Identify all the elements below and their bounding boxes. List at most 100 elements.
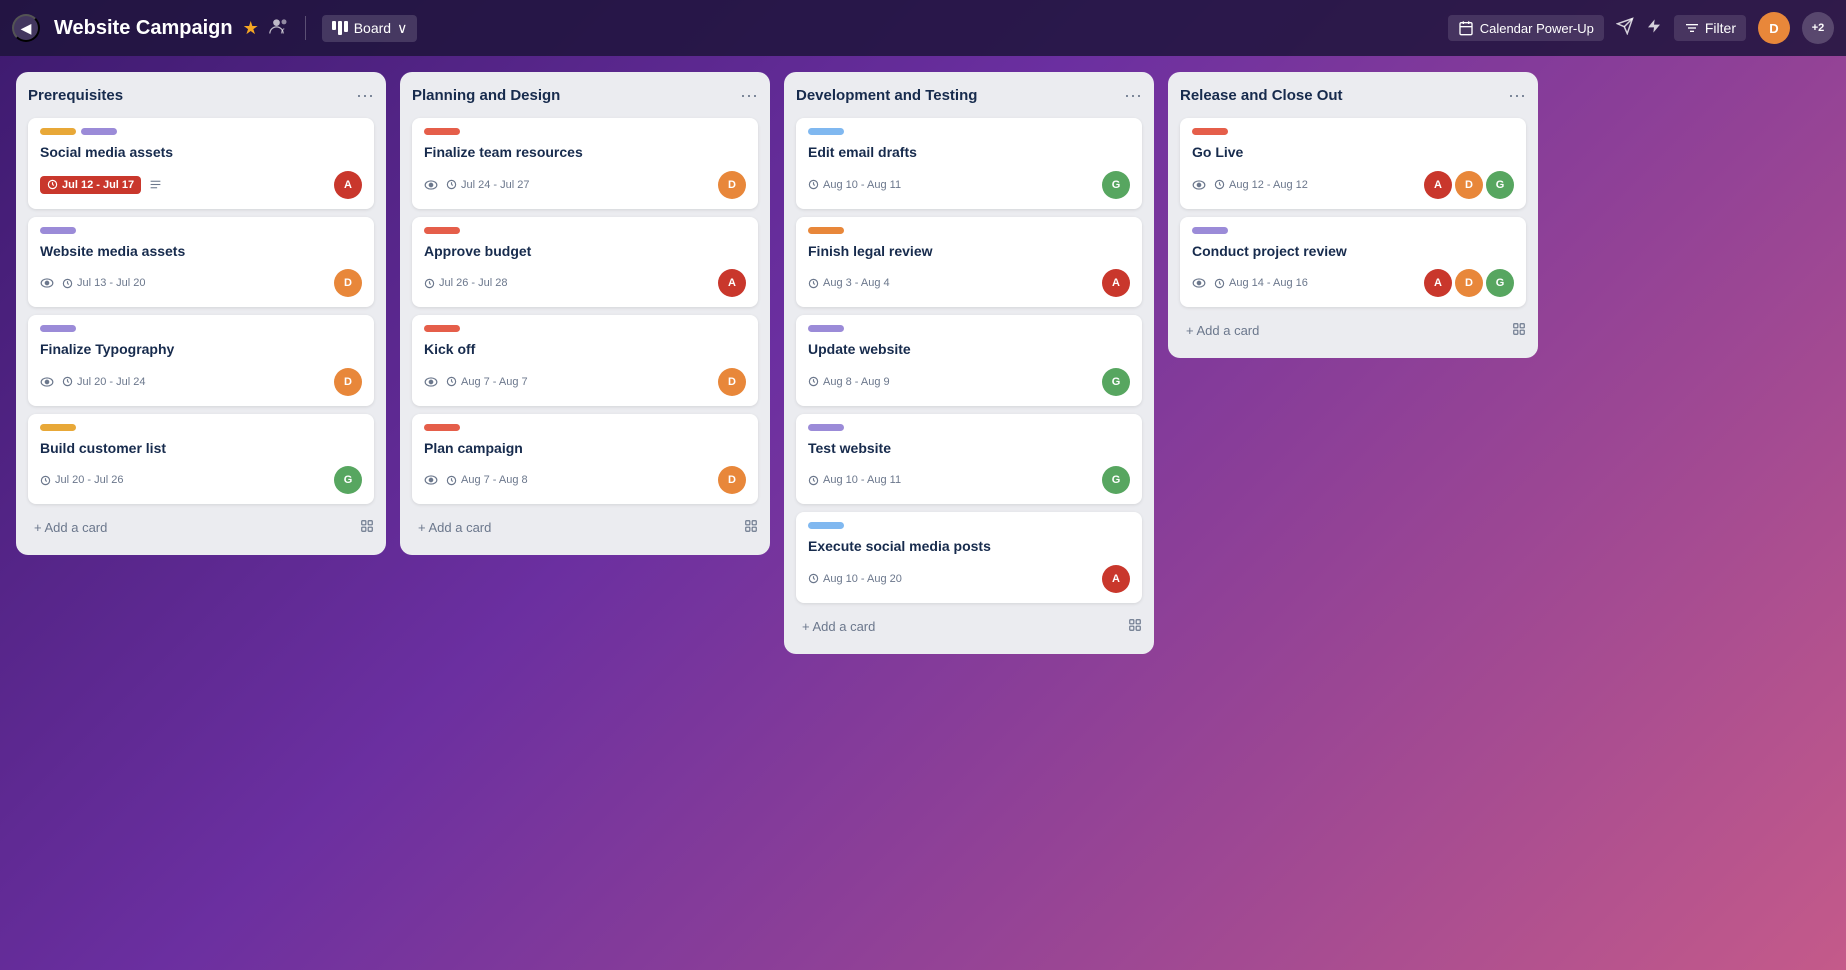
card-tag (424, 128, 460, 135)
eye-icon[interactable] (1192, 275, 1206, 291)
topnav: ◀ Website Campaign ★ Board ∨ Calendar Po… (0, 0, 1846, 56)
share-icon[interactable] (1616, 17, 1634, 40)
card-tag (40, 424, 76, 431)
eye-icon[interactable] (424, 472, 438, 488)
calendar-powerup-btn[interactable]: Calendar Power-Up (1448, 15, 1604, 41)
lightning-icon[interactable] (1646, 17, 1662, 40)
card-tag (808, 424, 844, 431)
card-avatar[interactable]: G (334, 466, 362, 494)
card-finish-legal-review[interactable]: Finish legal review Aug 3 - Aug 4A (796, 217, 1142, 308)
card-title: Social media assets (40, 143, 362, 163)
card-template-icon[interactable] (1512, 322, 1526, 339)
sidebar-toggle[interactable]: ◀ (12, 14, 40, 42)
card-social-media-assets[interactable]: Social media assets Jul 12 - Jul 17A (28, 118, 374, 209)
card-go-live[interactable]: Go Live Aug 12 - Aug 12ADG (1180, 118, 1526, 209)
card-title: Execute social media posts (808, 537, 1130, 557)
star-icon[interactable]: ★ (243, 18, 259, 39)
card-update-website[interactable]: Update website Aug 8 - Aug 9 G (796, 315, 1142, 406)
eye-icon[interactable] (40, 275, 54, 291)
card-approve-budget[interactable]: Approve budget Jul 26 - Jul 28A (412, 217, 758, 308)
add-card-button[interactable]: + Add a card (28, 512, 360, 543)
card-meta: Aug 3 - Aug 4 (808, 277, 890, 289)
column-menu-button[interactable]: ··· (740, 86, 758, 104)
card-avatar[interactable]: D (1455, 171, 1483, 199)
card-avatar[interactable]: D (718, 368, 746, 396)
card-finalize-team-resources[interactable]: Finalize team resources Jul 24 - Jul 27D (412, 118, 758, 209)
card-date: Aug 8 - Aug 9 (808, 376, 890, 388)
card-build-customer-list[interactable]: Build customer list Jul 20 - Jul 26G (28, 414, 374, 505)
card-tags (808, 325, 1130, 340)
eye-icon[interactable] (424, 374, 438, 390)
card-avatar[interactable]: A (1424, 171, 1452, 199)
card-title: Build customer list (40, 439, 362, 459)
card-avatars: A (1102, 269, 1130, 297)
add-card-button[interactable]: + Add a card (412, 512, 744, 543)
user-avatar[interactable]: D (1758, 12, 1790, 44)
nav-divider (305, 16, 306, 40)
card-date: Aug 7 - Aug 7 (446, 376, 528, 388)
card-avatar[interactable]: G (1486, 269, 1514, 297)
card-conduct-project-review[interactable]: Conduct project review Aug 14 - Aug 16AD… (1180, 217, 1526, 308)
board-view-button[interactable]: Board ∨ (322, 15, 418, 42)
card-avatars: G (334, 466, 362, 494)
card-meta: Aug 10 - Aug 11 (808, 474, 901, 486)
card-tags (40, 227, 362, 242)
board-title: Website Campaign (54, 17, 233, 40)
card-avatar[interactable]: G (1102, 368, 1130, 396)
card-footer: Jul 26 - Jul 28A (424, 269, 746, 297)
members-icon[interactable] (269, 17, 289, 40)
card-avatar[interactable]: D (334, 368, 362, 396)
card-template-icon[interactable] (360, 519, 374, 536)
column-menu-button[interactable]: ··· (1508, 86, 1526, 104)
card-avatar[interactable]: A (1424, 269, 1452, 297)
card-test-website[interactable]: Test website Aug 10 - Aug 11G (796, 414, 1142, 505)
card-avatar[interactable]: D (1455, 269, 1483, 297)
card-tags (424, 227, 746, 242)
card-footer: Aug 12 - Aug 12 ADG (1192, 171, 1514, 199)
add-card-button[interactable]: + Add a card (796, 611, 1128, 642)
column-title: Prerequisites (28, 87, 123, 104)
extra-members-avatar[interactable]: +2 (1802, 12, 1834, 44)
card-avatar[interactable]: G (1102, 466, 1130, 494)
card-meta: Aug 14 - Aug 16 (1192, 275, 1308, 291)
card-avatars: A (718, 269, 746, 297)
card-meta: Aug 12 - Aug 12 (1192, 177, 1308, 193)
card-avatar[interactable]: A (334, 171, 362, 199)
eye-icon[interactable] (1192, 177, 1206, 193)
eye-icon[interactable] (40, 374, 54, 390)
card-tag (424, 325, 460, 332)
card-avatar[interactable]: G (1486, 171, 1514, 199)
add-card-button[interactable]: + Add a card (1180, 315, 1512, 346)
nav-right: Calendar Power-Up Filter D +2 (1448, 12, 1834, 44)
card-date: Aug 3 - Aug 4 (808, 277, 890, 289)
card-finalize-typography[interactable]: Finalize Typography Jul 20 - Jul 24D (28, 315, 374, 406)
card-website-media-assets[interactable]: Website media assets Jul 13 - Jul 20D (28, 217, 374, 308)
card-avatar[interactable]: D (718, 171, 746, 199)
card-template-icon[interactable] (1128, 618, 1142, 635)
card-avatar[interactable]: D (718, 466, 746, 494)
card-tag (808, 128, 844, 135)
column-menu-button[interactable]: ··· (1124, 86, 1142, 104)
card-title: Update website (808, 340, 1130, 360)
card-avatars: ADG (1424, 269, 1514, 297)
card-plan-campaign[interactable]: Plan campaign Aug 7 - Aug 8D (412, 414, 758, 505)
card-avatar[interactable]: A (1102, 269, 1130, 297)
card-kick-off[interactable]: Kick off Aug 7 - Aug 7D (412, 315, 758, 406)
card-tags (424, 325, 746, 340)
card-tags (40, 128, 362, 143)
card-footer: Jul 20 - Jul 24D (40, 368, 362, 396)
card-date: Aug 14 - Aug 16 (1214, 277, 1308, 289)
card-template-icon[interactable] (744, 519, 758, 536)
card-meta: Aug 7 - Aug 7 (424, 374, 528, 390)
card-tags (40, 424, 362, 439)
eye-icon[interactable] (424, 177, 438, 193)
card-avatar[interactable]: G (1102, 171, 1130, 199)
card-avatar[interactable]: A (1102, 565, 1130, 593)
card-avatar[interactable]: D (334, 269, 362, 297)
card-avatar[interactable]: A (718, 269, 746, 297)
column-menu-button[interactable]: ··· (356, 86, 374, 104)
filter-button[interactable]: Filter (1674, 15, 1746, 41)
card-execute-social-media-posts[interactable]: Execute social media posts Aug 10 - Aug … (796, 512, 1142, 603)
card-edit-email-drafts[interactable]: Edit email drafts Aug 10 - Aug 11G (796, 118, 1142, 209)
card-avatars: D (718, 171, 746, 199)
